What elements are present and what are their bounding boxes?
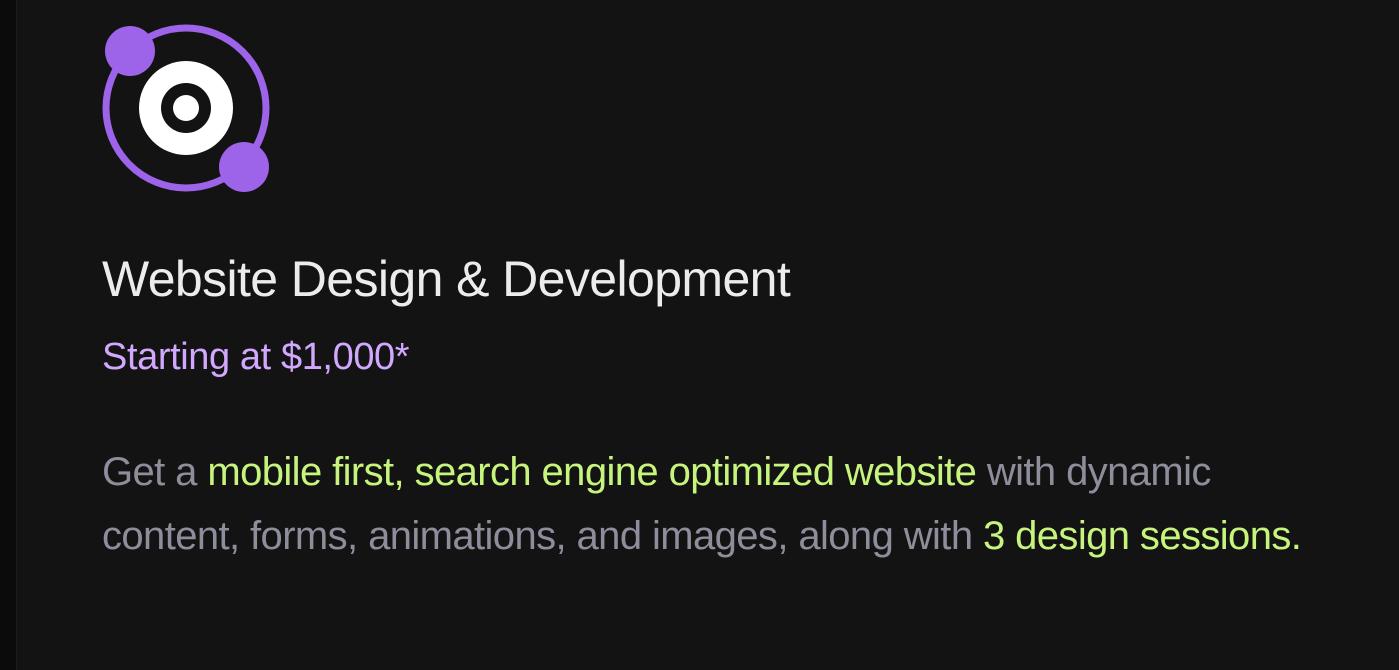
service-card: Website Design & Development Starting at… [0, 0, 1399, 670]
price-text: Starting at $1,000* [102, 336, 410, 378]
description-highlight-sessions: 3 design sessions. [982, 514, 1302, 558]
service-title: Website Design & Development [102, 251, 791, 307]
description-highlight-website: mobile first, search engine optimized we… [207, 450, 977, 494]
orbit-target-icon [102, 24, 270, 192]
service-description: Get a mobile first, search engine optimi… [102, 440, 1332, 568]
description-intro-text: Get a [102, 450, 208, 494]
left-border [0, 0, 17, 670]
